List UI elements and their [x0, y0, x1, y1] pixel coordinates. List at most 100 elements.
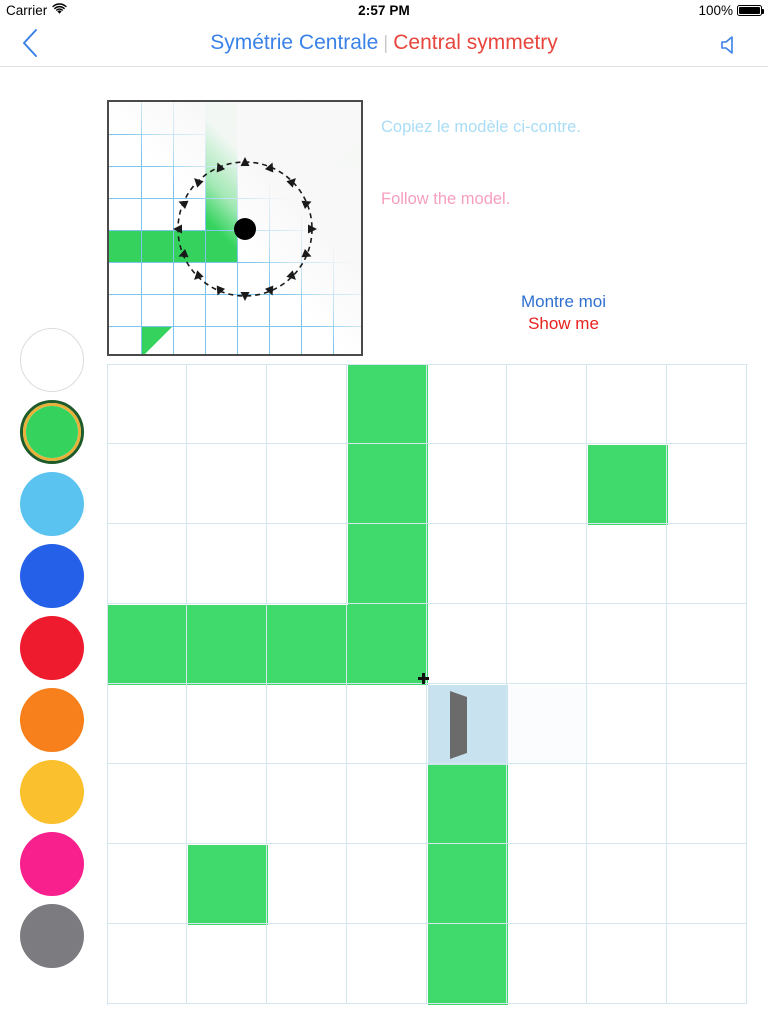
grid-cell[interactable] — [667, 364, 747, 444]
battery-icon — [737, 4, 764, 16]
page-title-en: Central symmetry — [393, 31, 558, 54]
grid-cell[interactable] — [427, 684, 507, 764]
grid-cell[interactable] — [427, 444, 507, 524]
grid-cell[interactable] — [587, 444, 667, 524]
grid-cell[interactable] — [507, 604, 587, 684]
grid-cell[interactable] — [187, 924, 267, 1004]
grid-cell[interactable] — [107, 444, 187, 524]
color-swatch-white[interactable] — [20, 328, 84, 392]
grid-cell[interactable] — [667, 924, 747, 1004]
grid-cell[interactable] — [107, 684, 187, 764]
grid-cell[interactable] — [267, 684, 347, 764]
grid-cell[interactable] — [427, 764, 507, 844]
grid-cell[interactable] — [587, 684, 667, 764]
show-me-button[interactable]: Montre moi Show me — [381, 292, 746, 334]
grid-cell[interactable] — [507, 364, 587, 444]
grid-cell[interactable] — [347, 764, 427, 844]
grid-cell[interactable] — [267, 364, 347, 444]
status-bar: Carrier 2:57 PM 100% — [0, 0, 768, 20]
grid-cell[interactable] — [507, 844, 587, 924]
grid-cell[interactable] — [587, 364, 667, 444]
grid-cell[interactable] — [587, 764, 667, 844]
grid-cell[interactable] — [347, 524, 427, 604]
speaker-icon — [721, 36, 733, 54]
grid-cell[interactable] — [427, 844, 507, 924]
grid-cell[interactable] — [107, 764, 187, 844]
grid-cell[interactable] — [667, 524, 747, 604]
swatch-disc — [20, 544, 84, 608]
grid-cell[interactable] — [427, 524, 507, 604]
grid-cell[interactable] — [267, 844, 347, 924]
color-swatch-orange[interactable] — [20, 688, 84, 752]
grid-cell[interactable] — [667, 444, 747, 524]
grid-cell[interactable] — [107, 364, 187, 444]
grid-cell[interactable] — [667, 684, 747, 764]
grid-cell[interactable] — [427, 604, 507, 684]
grid-cell[interactable] — [347, 604, 427, 684]
color-swatch-blue[interactable] — [20, 544, 84, 608]
grid-cell[interactable] — [187, 604, 267, 684]
grid-cell[interactable] — [667, 764, 747, 844]
rotation-arrow-head — [264, 285, 274, 296]
grid-cell[interactable] — [187, 684, 267, 764]
instruction-en: Follow the model. — [381, 190, 511, 208]
grid-cell[interactable] — [187, 364, 267, 444]
grid-cell[interactable] — [507, 764, 587, 844]
grid-cell[interactable] — [347, 844, 427, 924]
swatch-disc — [20, 904, 84, 968]
grid-cell[interactable] — [267, 444, 347, 524]
grid-cell[interactable] — [187, 764, 267, 844]
swatch-disc — [20, 760, 84, 824]
grid-cell[interactable] — [187, 444, 267, 524]
grid-cell[interactable] — [347, 444, 427, 524]
swatch-disc — [20, 616, 84, 680]
swatch-disc — [20, 328, 84, 392]
grid-cell[interactable] — [587, 924, 667, 1004]
grid-cell[interactable] — [507, 924, 587, 1004]
grid-cell[interactable] — [107, 844, 187, 924]
page-title: Symétrie Centrale | Central symmetry — [0, 31, 768, 55]
grid-cell[interactable] — [107, 924, 187, 1004]
grid-cell[interactable] — [187, 524, 267, 604]
rotation-center-dot — [234, 218, 256, 240]
grid-cell[interactable] — [427, 364, 507, 444]
grid-cell[interactable] — [507, 684, 587, 764]
grid-cell[interactable] — [187, 844, 267, 924]
grid-cell[interactable] — [507, 524, 587, 604]
color-swatch-pink[interactable] — [20, 832, 84, 896]
grid-cell[interactable] — [667, 844, 747, 924]
grid-cell[interactable] — [347, 684, 427, 764]
rotation-arrow-head — [216, 162, 226, 173]
grid-cell[interactable] — [347, 924, 427, 1004]
grid-cell[interactable] — [107, 604, 187, 684]
color-swatch-yellow[interactable] — [20, 760, 84, 824]
grid-cell[interactable] — [507, 444, 587, 524]
model-preview — [107, 100, 363, 356]
swatch-disc — [26, 406, 78, 458]
instruction-fr: Copiez le modèle ci-contre. — [381, 118, 581, 136]
grid-cell[interactable] — [267, 764, 347, 844]
grid-cell[interactable] — [107, 524, 187, 604]
grid-cell[interactable] — [587, 604, 667, 684]
grid-cell[interactable] — [427, 924, 507, 1004]
drawing-grid[interactable] — [107, 364, 748, 1005]
swatch-disc — [20, 832, 84, 896]
rotation-arrow-head — [173, 224, 182, 234]
grid-cell[interactable] — [587, 844, 667, 924]
rotation-arrow-head — [264, 162, 274, 173]
navigation-bar: Symétrie Centrale | Central symmetry — [0, 20, 768, 67]
speaker-button[interactable] — [710, 28, 754, 62]
grid-cell[interactable] — [587, 524, 667, 604]
grid-cell[interactable] — [267, 604, 347, 684]
page-title-separator: | — [383, 33, 389, 54]
swatch-disc — [20, 688, 84, 752]
rotation-arrow-head — [216, 285, 226, 296]
color-swatch-red[interactable] — [20, 616, 84, 680]
color-swatch-light-blue[interactable] — [20, 472, 84, 536]
color-swatch-grey[interactable] — [20, 904, 84, 968]
grid-cell[interactable] — [267, 524, 347, 604]
color-swatch-green[interactable] — [20, 400, 84, 464]
grid-cell[interactable] — [667, 604, 747, 684]
grid-cell[interactable] — [267, 924, 347, 1004]
grid-cell[interactable] — [347, 364, 427, 444]
